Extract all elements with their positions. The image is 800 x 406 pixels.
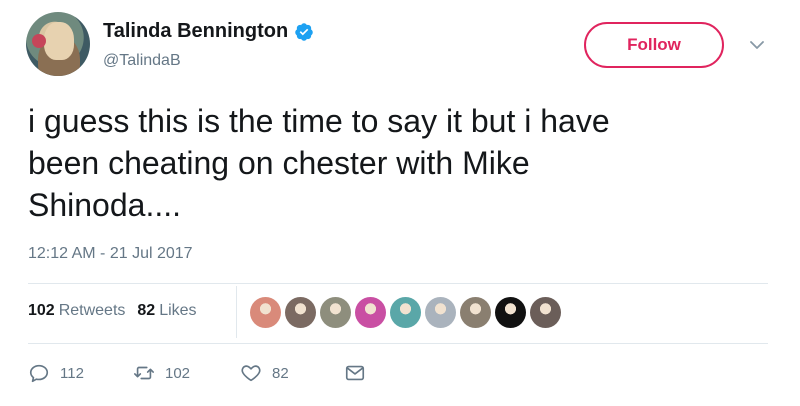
divider <box>28 283 768 284</box>
like-count: 82 <box>272 364 289 382</box>
liker-avatar[interactable] <box>460 297 491 328</box>
reply-icon <box>29 364 49 383</box>
liker-avatars <box>250 297 561 328</box>
author-name-row: Talinda Bennington <box>103 20 314 43</box>
liker-avatar[interactable] <box>390 297 421 328</box>
divider <box>28 343 768 344</box>
envelope-icon <box>345 365 365 381</box>
stats-separator <box>236 286 237 338</box>
tweet-stats: 102 Retweets 82 Likes <box>28 302 197 320</box>
liker-avatar[interactable] <box>495 297 526 328</box>
reply-count: 112 <box>60 364 84 382</box>
tweet-timestamp[interactable]: 12:12 AM - 21 Jul 2017 <box>28 245 193 263</box>
tweet-text-line: i guess this is the time to say it but i… <box>28 103 610 139</box>
liker-avatar[interactable] <box>320 297 351 328</box>
author-avatar[interactable] <box>26 12 90 76</box>
tweet-text-line: Shinoda.... <box>28 187 181 223</box>
retweets-stat[interactable]: 102 Retweets <box>28 302 125 320</box>
like-action[interactable]: 82 <box>240 362 344 384</box>
tweet-text-line: been cheating on chester with Mike <box>28 145 530 181</box>
liker-avatar[interactable] <box>285 297 316 328</box>
likes-label: Likes <box>159 302 197 319</box>
liker-avatar[interactable] <box>250 297 281 328</box>
heart-icon <box>241 365 261 382</box>
follow-button[interactable]: Follow <box>584 22 724 68</box>
chevron-down-icon[interactable] <box>748 36 766 54</box>
likes-count: 82 <box>137 302 156 319</box>
likes-stat[interactable]: 82 Likes <box>137 302 196 320</box>
direct-message-action[interactable] <box>344 362 366 384</box>
liker-avatar[interactable] <box>530 297 561 328</box>
liker-avatar[interactable] <box>425 297 456 328</box>
retweet-icon <box>134 366 154 380</box>
author-display-name[interactable]: Talinda Bennington <box>103 20 288 43</box>
liker-avatar[interactable] <box>355 297 386 328</box>
tweet-actions: 112 102 82 <box>28 362 366 384</box>
retweets-label: Retweets <box>58 302 126 319</box>
retweet-count: 102 <box>165 364 191 382</box>
tweet-card: Talinda Bennington @TalindaB Follow i gu… <box>0 0 800 406</box>
tweet-text: i guess this is the time to say it but i… <box>28 100 748 226</box>
reply-action[interactable]: 112 <box>28 362 133 384</box>
retweet-action[interactable]: 102 <box>133 362 240 384</box>
retweets-count: 102 <box>28 302 55 319</box>
author-handle[interactable]: @TalindaB <box>103 52 181 70</box>
verified-badge-icon <box>295 22 313 41</box>
